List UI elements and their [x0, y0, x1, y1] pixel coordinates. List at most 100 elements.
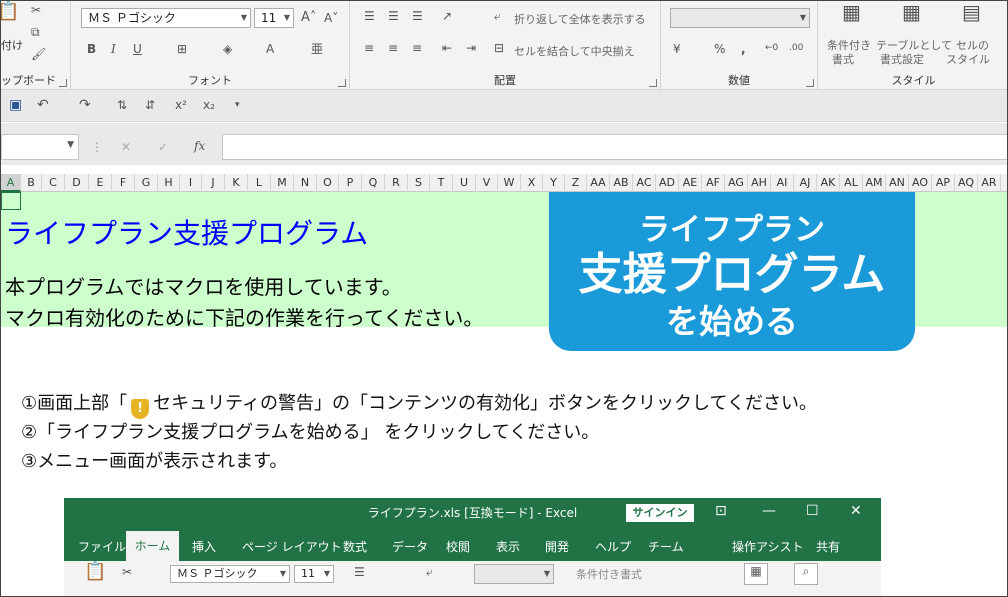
decrease-indent-icon[interactable]: ⇤ [442, 41, 452, 55]
column-header-z[interactable]: Z [565, 174, 587, 192]
wrap-text-icon[interactable]: ⤶ [494, 9, 501, 23]
align-right-icon[interactable]: ≡ [412, 41, 422, 55]
align-middle-icon[interactable]: ☰ [388, 9, 399, 23]
enter-button[interactable]: ✓ [158, 140, 168, 154]
cancel-button[interactable]: ✕ [121, 140, 131, 154]
font-name-combo[interactable]: ＭＳ Ｐゴシック ▼ [81, 8, 251, 28]
cell-styles-label-2[interactable]: スタイル [946, 51, 990, 67]
increase-decimal-icon[interactable]: ←0 [765, 41, 778, 55]
paste-icon[interactable]: 📋 [1, 3, 19, 21]
column-header-aa[interactable]: AA [587, 174, 610, 192]
number-format-combo[interactable]: ▼ [670, 8, 810, 28]
column-header-ac[interactable]: AC [633, 174, 656, 192]
align-center-icon[interactable]: ≡ [388, 41, 398, 55]
orientation-icon[interactable]: ↗ [442, 9, 452, 23]
copy-icon[interactable]: ⧉ [31, 25, 40, 39]
column-header-j[interactable]: J [202, 174, 225, 192]
italic-button[interactable]: I [111, 42, 116, 56]
comma-button[interactable]: , [741, 42, 746, 56]
column-header-x[interactable]: X [521, 174, 543, 192]
column-header-k[interactable]: K [225, 174, 248, 192]
column-header-ad[interactable]: AD [656, 174, 679, 192]
selected-cell-a1[interactable] [1, 192, 21, 210]
underline-button[interactable]: U [133, 42, 142, 56]
column-header-c[interactable]: C [42, 174, 65, 192]
font-size-combo[interactable]: 11 ▼ [254, 8, 294, 28]
column-header-al[interactable]: AL [840, 174, 863, 192]
border-icon[interactable]: ⊞ [177, 42, 187, 56]
column-header-i[interactable]: I [180, 174, 202, 192]
sort-icon[interactable]: ⇅ [117, 98, 127, 112]
insert-function-button[interactable]: fx [194, 139, 205, 153]
column-header-q[interactable]: Q [362, 174, 385, 192]
merge-center-button[interactable]: セルを結合して中央揃え [514, 43, 635, 59]
undo-icon[interactable]: ↶ [37, 98, 49, 112]
column-header-ab[interactable]: AB [610, 174, 633, 192]
column-header-ae[interactable]: AE [679, 174, 702, 192]
conditional-format-icon[interactable]: ▦ [842, 2, 861, 22]
superscript-button[interactable]: x² [175, 98, 187, 112]
column-header-r[interactable]: R [385, 174, 408, 192]
column-header-ao[interactable]: AO [909, 174, 932, 192]
format-painter-icon[interactable]: 🖌 [31, 47, 46, 61]
currency-icon[interactable]: ¥ [673, 42, 681, 56]
clipboard-launcher-icon[interactable] [59, 79, 67, 87]
column-header-am[interactable]: AM [863, 174, 886, 192]
customize-qat-icon[interactable]: ▾ [235, 98, 240, 112]
decrease-font-icon[interactable]: A˅ [324, 11, 338, 25]
column-header-w[interactable]: W [498, 174, 521, 192]
column-header-p[interactable]: P [339, 174, 362, 192]
conditional-format-label-2[interactable]: 書式 [832, 51, 854, 67]
column-header-f[interactable]: F [112, 174, 135, 192]
column-header-an[interactable]: AN [886, 174, 909, 192]
column-header-ag[interactable]: AG [725, 174, 748, 192]
formula-input[interactable] [222, 134, 1007, 160]
increase-indent-icon[interactable]: ⇥ [466, 41, 476, 55]
column-header-ap[interactable]: AP [932, 174, 955, 192]
column-header-ai[interactable]: AI [771, 174, 794, 192]
column-header-b[interactable]: B [21, 174, 42, 192]
font-color-button[interactable]: A [266, 42, 274, 56]
column-header-aj[interactable]: AJ [794, 174, 817, 192]
format-as-table-icon[interactable]: ▦ [902, 2, 921, 22]
column-header-n[interactable]: N [294, 174, 317, 192]
column-header-t[interactable]: T [430, 174, 453, 192]
column-header-o[interactable]: O [317, 174, 339, 192]
subscript-button[interactable]: x₂ [203, 98, 215, 112]
align-left-icon[interactable]: ≡ [364, 41, 374, 55]
bold-button[interactable]: B [87, 42, 96, 56]
format-as-table-label-2[interactable]: 書式設定 [880, 51, 924, 67]
column-header-ak[interactable]: AK [817, 174, 840, 192]
column-header-y[interactable]: Y [543, 174, 565, 192]
column-header-u[interactable]: U [453, 174, 476, 192]
column-header-a[interactable]: A [1, 174, 21, 192]
column-header-m[interactable]: M [271, 174, 294, 192]
save-icon[interactable]: ▣ [9, 98, 22, 112]
column-header-g[interactable]: G [135, 174, 158, 192]
filter-icon[interactable]: ⇵ [145, 98, 155, 112]
name-box[interactable]: ▼ [1, 134, 79, 160]
cut-icon[interactable]: ✂ [31, 3, 41, 17]
fill-color-icon[interactable]: ◈ [223, 42, 232, 56]
alignment-launcher-icon[interactable] [649, 79, 657, 87]
column-header-ah[interactable]: AH [748, 174, 771, 192]
column-header-aq[interactable]: AQ [955, 174, 978, 192]
font-launcher-icon[interactable] [338, 79, 346, 87]
redo-icon[interactable]: ↷ [79, 98, 91, 112]
align-top-icon[interactable]: ☰ [364, 9, 375, 23]
column-header-v[interactable]: V [476, 174, 498, 192]
decrease-decimal-icon[interactable]: .00 [789, 41, 803, 55]
column-header-d[interactable]: D [65, 174, 89, 192]
column-header-h[interactable]: H [158, 174, 180, 192]
column-header-s[interactable]: S [408, 174, 430, 192]
wrap-text-button[interactable]: 折り返して全体を表示する [514, 11, 646, 27]
column-header-ar[interactable]: AR [978, 174, 1001, 192]
start-program-button[interactable]: ライフプラン 支援プログラム を始める [549, 192, 915, 351]
phonetic-icon[interactable]: 亜 [311, 42, 323, 56]
column-header-af[interactable]: AF [702, 174, 725, 192]
column-header-l[interactable]: L [248, 174, 271, 192]
percent-button[interactable]: % [714, 42, 725, 56]
cell-styles-icon[interactable]: ▤ [962, 2, 981, 22]
increase-font-icon[interactable]: A˄ [301, 11, 316, 25]
column-header-e[interactable]: E [89, 174, 112, 192]
